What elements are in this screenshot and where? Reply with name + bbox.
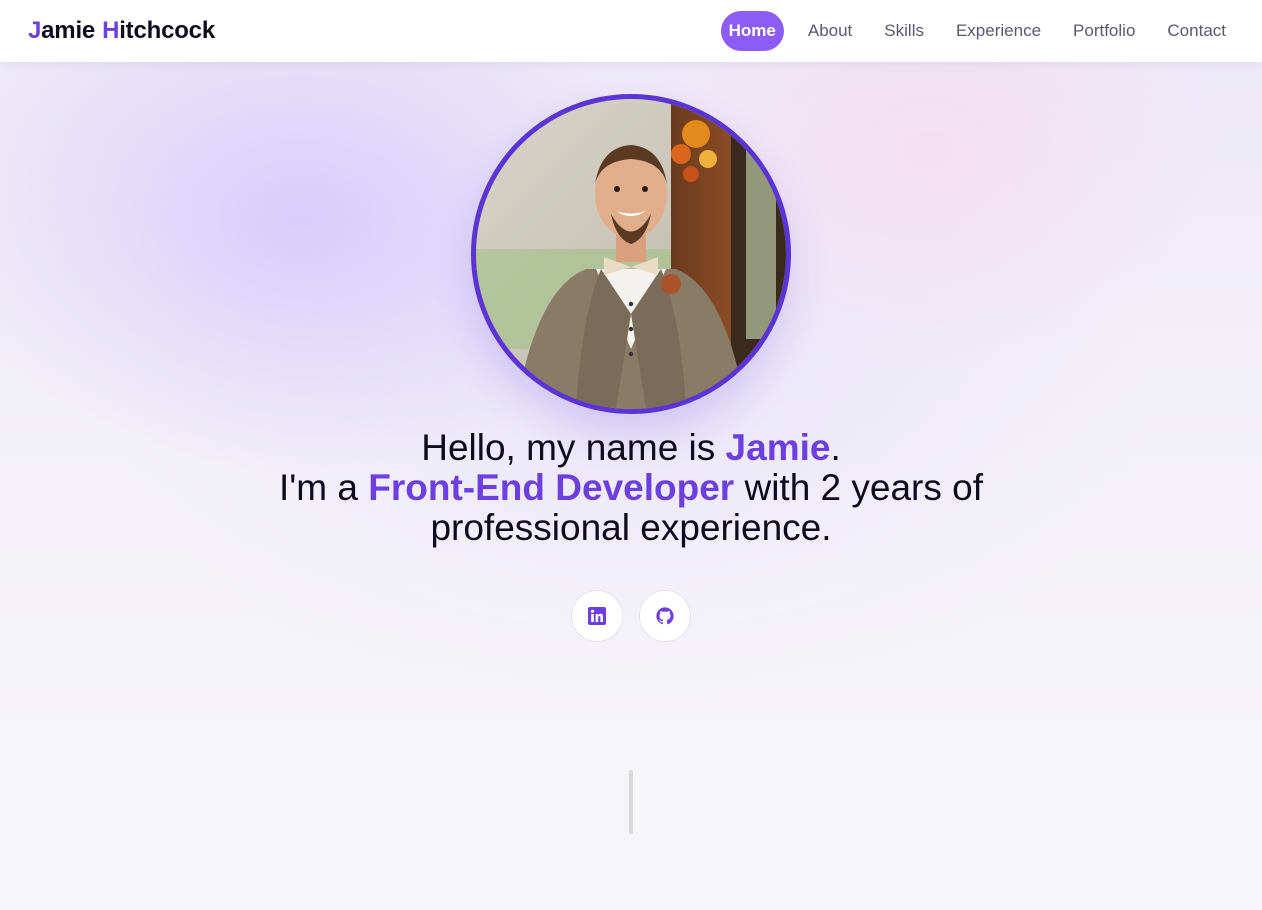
logo-last-initial: H — [102, 17, 120, 44]
hero-section: Hello, my name is Jamie. I'm a Front-End… — [0, 62, 1262, 910]
site-logo[interactable]: Jamie Hitchcock — [28, 17, 215, 45]
nav-home[interactable]: Home — [720, 11, 784, 51]
linkedin-button[interactable] — [571, 590, 623, 642]
name-highlight: Jamie — [725, 427, 831, 468]
nav-skills[interactable]: Skills — [876, 11, 932, 51]
github-icon — [656, 607, 674, 625]
site-header: Jamie Hitchcock Home About Skills Experie… — [0, 0, 1262, 62]
scroll-indicator — [629, 770, 633, 834]
nav-contact[interactable]: Contact — [1159, 11, 1234, 51]
role-prefix: I'm a — [278, 467, 369, 508]
headline-line-1: Hello, my name is Jamie. — [200, 428, 1062, 468]
nav-about[interactable]: About — [800, 11, 860, 51]
logo-first-rest: amie — [41, 17, 96, 44]
logo-first-initial: J — [28, 17, 42, 44]
role-highlight: Front-End Developer — [368, 467, 735, 508]
nav-experience[interactable]: Experience — [948, 11, 1049, 51]
greeting-text: Hello, my name is — [421, 427, 726, 468]
linkedin-icon — [588, 607, 606, 625]
profile-photo-illustration — [476, 99, 786, 409]
logo-last-rest: itchcock — [119, 17, 215, 44]
greeting-period: . — [830, 427, 841, 468]
nav-portfolio[interactable]: Portfolio — [1065, 11, 1143, 51]
social-links — [571, 590, 691, 642]
github-button[interactable] — [639, 590, 691, 642]
headline-line-2: I'm a Front-End Developer with 2 years o… — [200, 468, 1062, 548]
profile-photo — [471, 94, 791, 414]
main-nav: Home About Skills Experience Portfolio C… — [720, 11, 1234, 51]
hero-headline: Hello, my name is Jamie. I'm a Front-End… — [200, 428, 1062, 548]
